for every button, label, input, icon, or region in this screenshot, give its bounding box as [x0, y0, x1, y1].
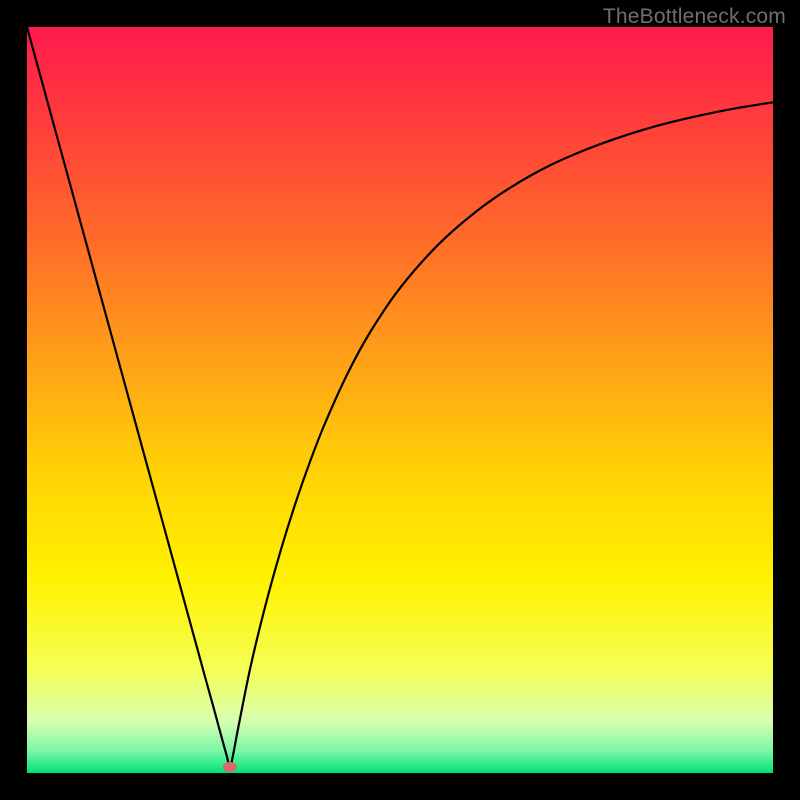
watermark-text: TheBottleneck.com [603, 5, 786, 29]
optimum-marker [223, 762, 237, 772]
gradient-background [27, 27, 773, 773]
plot-frame [27, 27, 773, 773]
bottleneck-chart [27, 27, 773, 773]
